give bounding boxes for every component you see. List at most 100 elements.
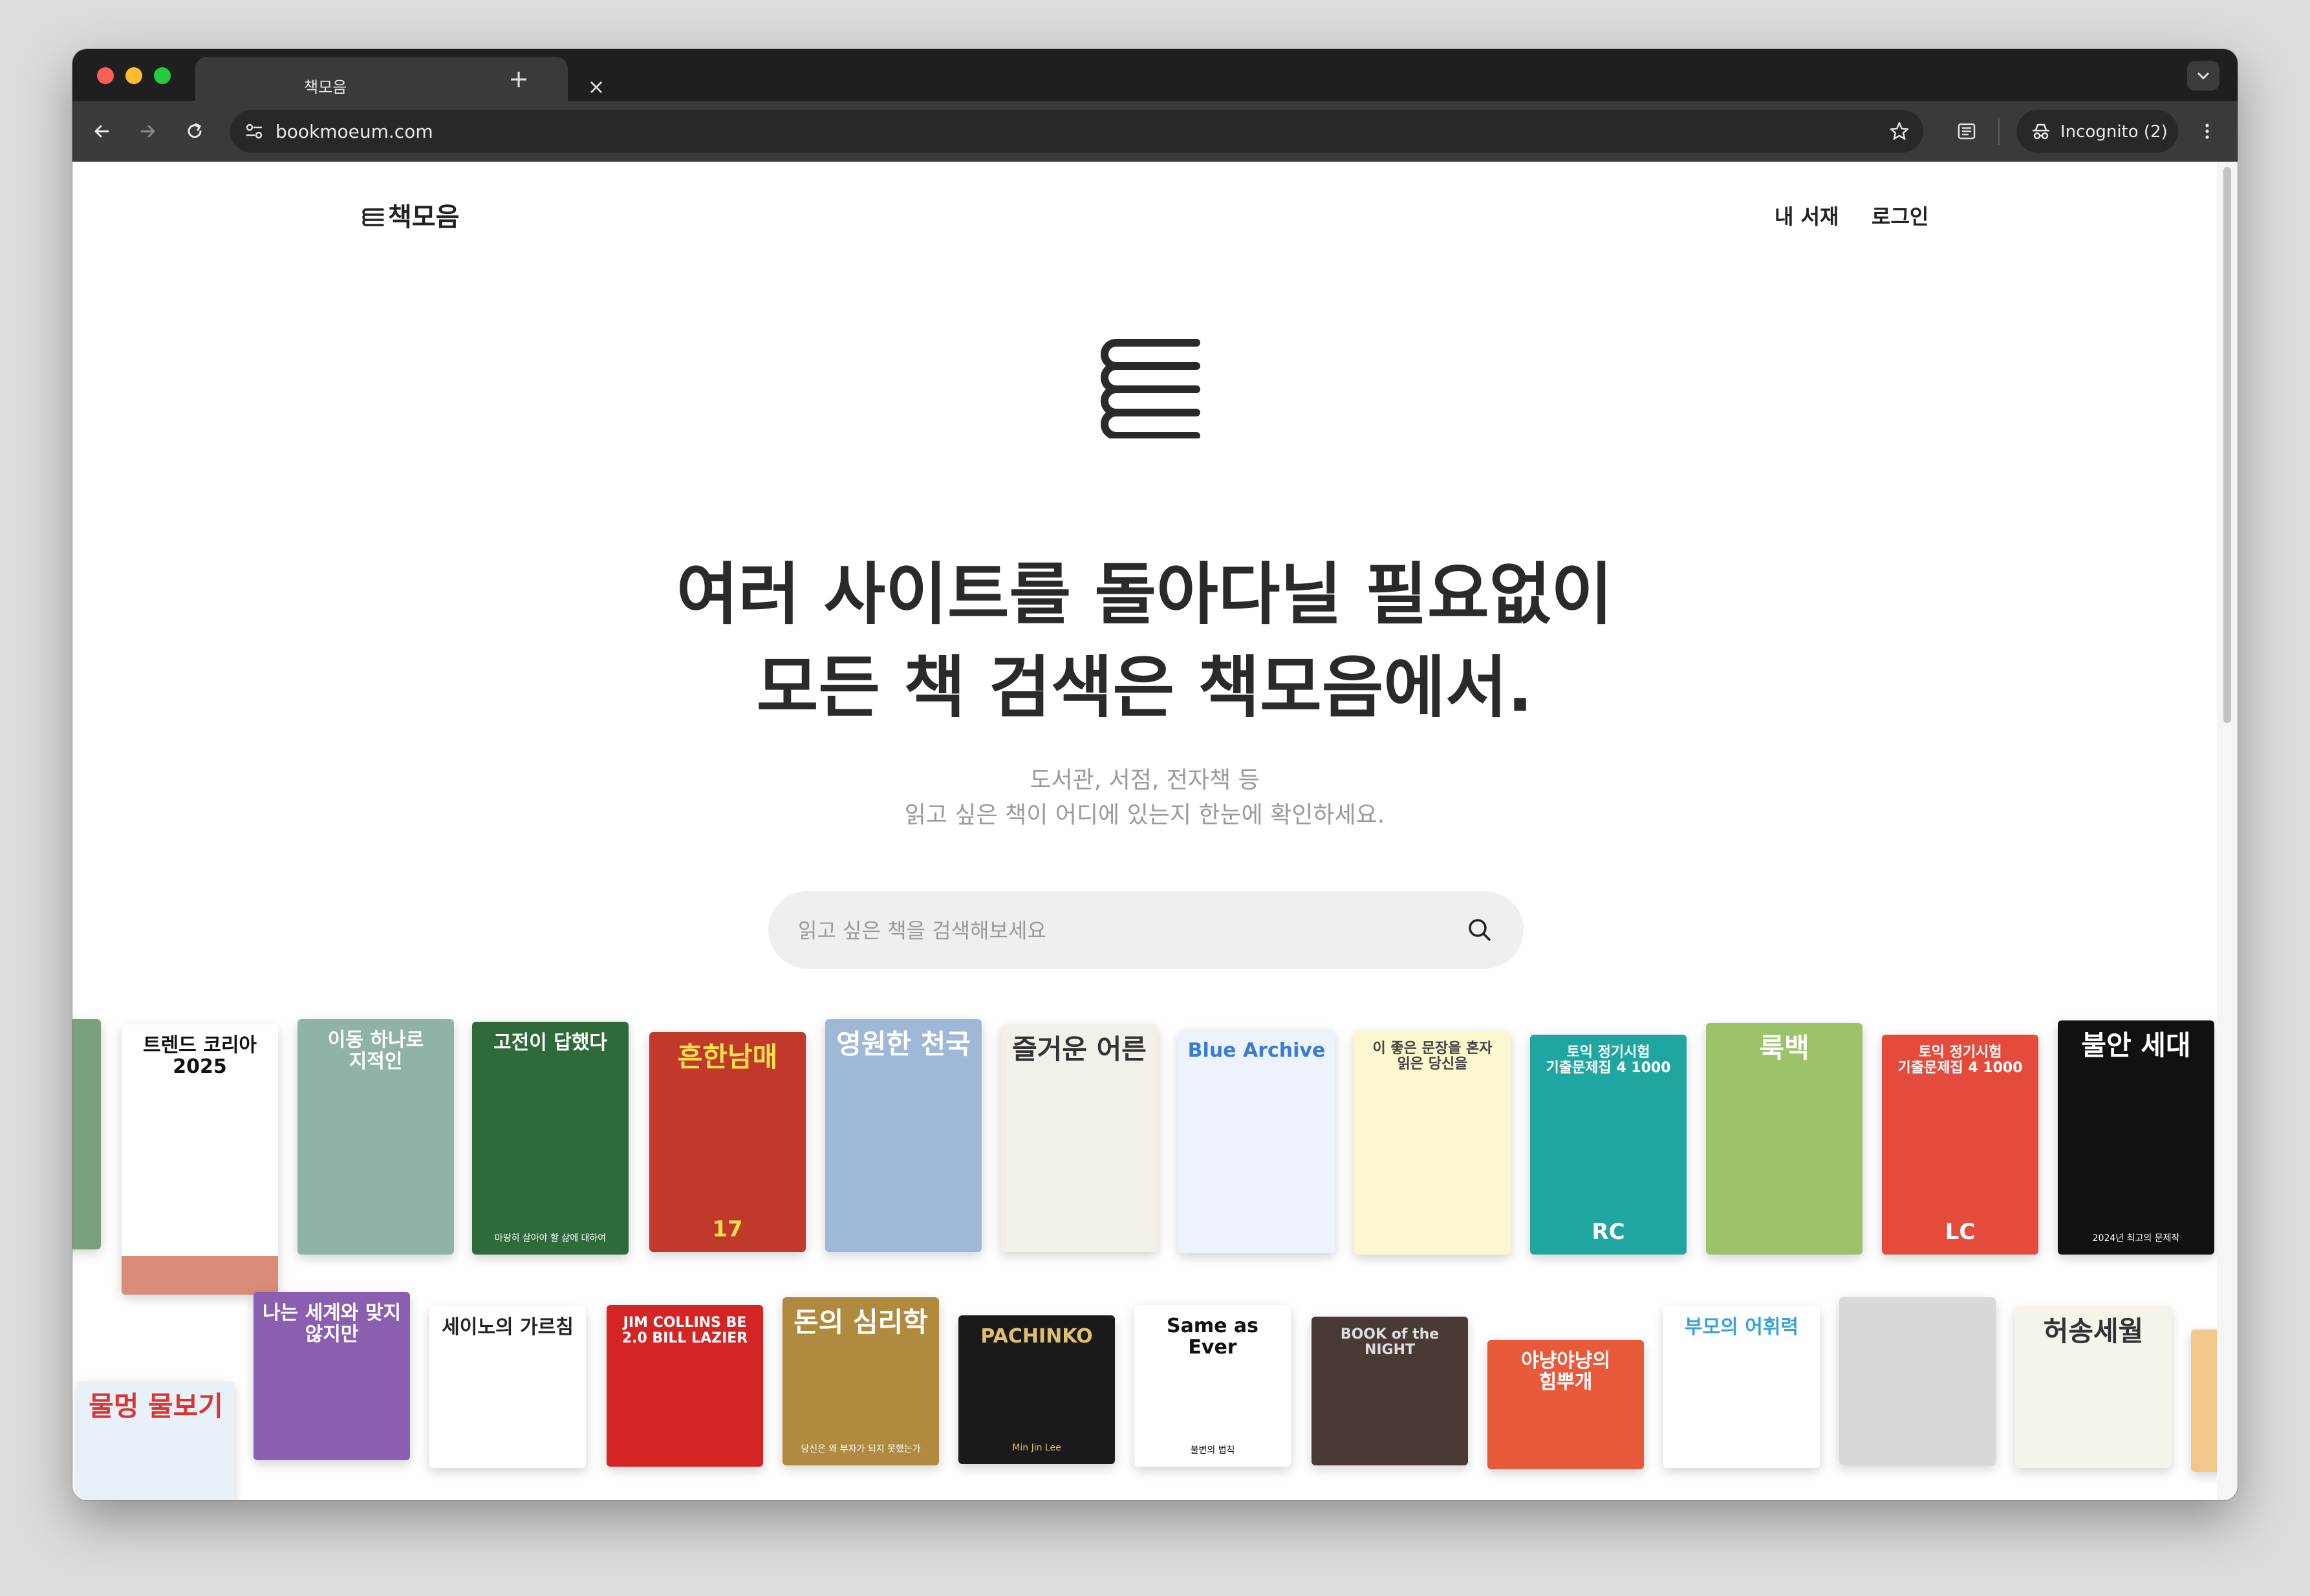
- book-subtitle: Min Jin Lee: [1012, 1443, 1061, 1453]
- subheadline-line-2: 읽고 싶은 책이 어디에 있는지 한눈에 확인하세요.: [904, 802, 1385, 828]
- tab-search-button[interactable]: [2187, 61, 2219, 91]
- row2-book-cover[interactable]: BOOK of the NIGHT: [1312, 1317, 1468, 1465]
- row1-book-cover[interactable]: Blue Archive: [1178, 1030, 1335, 1253]
- row1-book-cover[interactable]: 룩백: [1706, 1023, 1862, 1255]
- book-title: PACHINKO: [980, 1325, 1093, 1348]
- book-search-bar: [768, 891, 1524, 969]
- incognito-button[interactable]: Incognito (2): [2016, 110, 2178, 153]
- row2-book-cover[interactable]: Same as Ever 불변의 법칙: [1134, 1305, 1291, 1467]
- forward-button[interactable]: [132, 115, 164, 147]
- new-tab-button[interactable]: +: [502, 62, 535, 96]
- arrow-right-icon: [140, 125, 155, 138]
- row1-book-cover[interactable]: 불안 세대 2024년 최고의 문제작: [2058, 1020, 2214, 1255]
- book-subtitle: 마땅히 살아야 할 삶에 대하여: [494, 1233, 607, 1244]
- book-title: 이 좋은 문장을 혼자 읽은 당신을: [1372, 1041, 1493, 1073]
- scrollbar-thumb[interactable]: [2223, 167, 2231, 723]
- search-button[interactable]: [1460, 911, 1499, 949]
- book-title: 불안 세대: [2081, 1030, 2191, 1061]
- book-subtitle: RC: [1592, 1219, 1625, 1245]
- reload-icon: [188, 123, 202, 138]
- book-title: 야냥야냥의 힘뿌개: [1521, 1350, 1610, 1394]
- row2-book-cover[interactable]: JIM COLLINS BE 2.0 BILL LAZIER: [607, 1305, 763, 1467]
- book-title: 나는 세계와 맞지 않지만: [262, 1302, 402, 1346]
- subheadline-line-1: 도서관, 서점, 전자책 등: [1030, 767, 1260, 793]
- chevron-down-icon: [2197, 72, 2209, 80]
- row1-book-cover[interactable]: 토익 정기시험 기출문제집 4 1000 LC: [1882, 1035, 2038, 1255]
- row1-book-cover[interactable]: 토익 정기시험 기출문제집 4 1000 RC: [1530, 1035, 1687, 1255]
- row1-book-cover[interactable]: 이동 하나로 지적인: [297, 1019, 454, 1255]
- book-title: 룩백: [1759, 1032, 1809, 1064]
- arrow-left-icon: [94, 125, 109, 138]
- row2-book-cover[interactable]: 야냥야냥의 힘뿌개: [1487, 1340, 1644, 1469]
- row2-book-cover[interactable]: [1839, 1297, 1996, 1465]
- bookmark-star-icon[interactable]: [1884, 116, 1914, 146]
- book-title: JIM COLLINS BE 2.0 BILL LAZIER: [621, 1315, 748, 1347]
- tab-strip: 책모음 × +: [72, 49, 2238, 101]
- row2-book-cover[interactable]: [2191, 1330, 2217, 1472]
- book-title: 허송세월: [2043, 1315, 2144, 1347]
- row1-book-cover[interactable]: 흔한남매 17: [649, 1032, 806, 1252]
- row1-book-cover[interactable]: 고전이 답했다마땅히 살아야 할 삶에 대하여: [472, 1022, 629, 1255]
- row1-book-cover[interactable]: [72, 1019, 101, 1249]
- close-window-button[interactable]: [97, 67, 114, 84]
- row2-book-cover[interactable]: 돈의 심리학당신은 왜 부자가 되지 못했는가: [783, 1297, 939, 1465]
- row2-book-cover[interactable]: 세이노의 가르침: [429, 1306, 586, 1468]
- tab-close-icon[interactable]: ×: [583, 74, 609, 100]
- row2-book-cover[interactable]: 부모의 어휘력: [1663, 1306, 1820, 1468]
- book-subtitle: 17: [712, 1216, 743, 1242]
- reading-list-button[interactable]: [1950, 115, 1983, 147]
- toolbar-divider: [1998, 118, 2000, 145]
- row2-book-cover[interactable]: 나는 세계와 맞지 않지만: [254, 1292, 410, 1460]
- search-input[interactable]: [797, 911, 1433, 951]
- reload-button[interactable]: [178, 115, 211, 147]
- book-subtitle: 당신은 왜 부자가 되지 못했는가: [801, 1444, 921, 1454]
- book-title: 물멍 물보기: [89, 1390, 223, 1422]
- book-title: 고전이 답했다: [493, 1031, 608, 1054]
- headline-line-2: 모든 책 검색은 책모음에서.: [756, 648, 1533, 727]
- book-subtitle: LC: [1945, 1219, 1976, 1245]
- row2-book-cover[interactable]: 물멍 물보기: [78, 1381, 234, 1500]
- book-title: 돈의 심리학: [793, 1306, 928, 1338]
- row2-book-cover[interactable]: 허송세월: [2015, 1306, 2172, 1468]
- book-subtitle: 2024년 최고의 문제작: [2092, 1233, 2180, 1244]
- row2-book-cover[interactable]: PACHINKO Min Jin Lee: [958, 1315, 1115, 1464]
- row1-book-cover[interactable]: 트렌드 코리아 2025: [122, 1024, 278, 1295]
- book-title: Blue Archive: [1187, 1039, 1326, 1062]
- more-vertical-icon: [2205, 124, 2209, 139]
- book-title: 이동 하나로 지적인: [327, 1029, 424, 1073]
- book-title: 트렌드 코리아 2025: [142, 1034, 257, 1078]
- browser-window: 책모음 × + bookmoeum.com Incognito (2) 책모음 …: [72, 49, 2238, 1500]
- book-title: BOOK of the NIGHT: [1340, 1326, 1440, 1359]
- site-settings-icon[interactable]: [241, 118, 268, 145]
- row1-book-cover[interactable]: 영원한 천국: [825, 1019, 982, 1252]
- browser-toolbar: bookmoeum.com Incognito (2): [72, 101, 2238, 162]
- browser-menu-button[interactable]: [2191, 115, 2223, 147]
- search-icon: [1469, 919, 1491, 941]
- url-text[interactable]: bookmoeum.com: [275, 122, 433, 142]
- book-title: 토익 정기시험 기출문제집 4 1000: [1546, 1044, 1671, 1077]
- login-link[interactable]: 로그인: [1872, 200, 1928, 233]
- row1-book-cover[interactable]: 즐거운 어른: [1001, 1024, 1158, 1252]
- book-stack-icon: [362, 208, 384, 226]
- book-title: 세이노의 가르침: [442, 1316, 574, 1339]
- book-title: 토익 정기시험 기출문제집 4 1000: [1897, 1044, 2023, 1077]
- maximize-window-button[interactable]: [154, 67, 171, 84]
- minimize-window-button[interactable]: [125, 67, 142, 84]
- tab-title: 책모음: [304, 78, 347, 96]
- incognito-label: Incognito (2): [2060, 122, 2168, 142]
- book-title: Same as Ever: [1166, 1315, 1258, 1359]
- page-scrollbar[interactable]: [2217, 162, 2238, 1500]
- book-title: 흔한남매: [677, 1041, 778, 1073]
- hero-book-stack-icon: [1101, 339, 1200, 438]
- book-title: 영원한 천국: [836, 1028, 971, 1060]
- address-bar[interactable]: bookmoeum.com: [230, 110, 1923, 153]
- row1-book-cover[interactable]: 이 좋은 문장을 혼자 읽은 당신을: [1354, 1031, 1511, 1255]
- reading-list-icon: [1958, 123, 1976, 140]
- book-title: 즐거운 어른: [1012, 1033, 1147, 1065]
- incognito-icon: [2032, 124, 2050, 140]
- headline-line-1: 여러 사이트를 돌아다닐 필요없이: [676, 555, 1614, 634]
- back-button[interactable]: [85, 115, 118, 147]
- my-library-link[interactable]: 내 서재: [1775, 200, 1839, 233]
- site-logo-text: 책모음: [388, 202, 460, 232]
- book-title: 부모의 어휘력: [1684, 1316, 1799, 1339]
